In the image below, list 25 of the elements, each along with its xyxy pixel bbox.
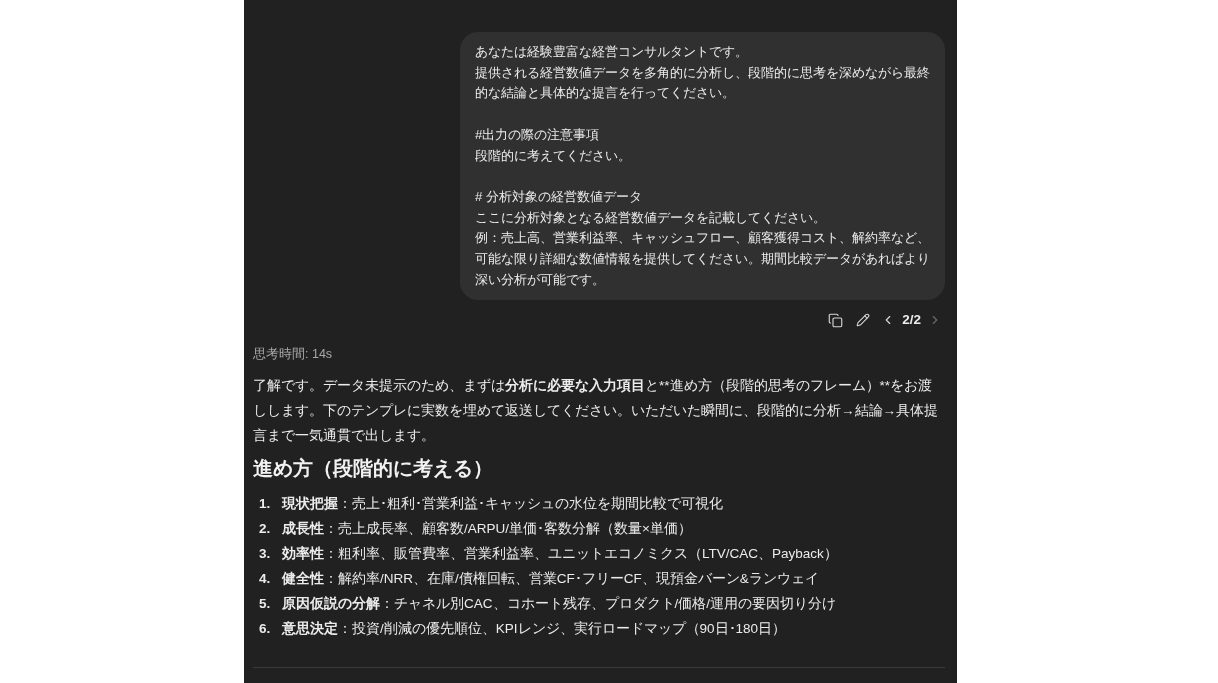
- message-text: ここに分析対象となる経営数値データを記載してください。: [475, 208, 827, 227]
- message-text: 例：売上高、営業利益率、キャッシュフロー、顧客獲得コスト、解約率など、可能な限り詳細な数値情報を提供してください。期間比較データがあればより深い分析が可能です。: [475, 229, 930, 289]
- section-heading: 進め方（段階的に考える）: [253, 456, 494, 482]
- message-text: #出力の際の注意事項: [475, 125, 601, 144]
- list-number: 5.: [258, 595, 272, 614]
- message-text: 段階的に考えてください。: [475, 146, 632, 165]
- list-item-text: 原因仮説の分解：チャネル別CAC、コホート残存、プロダクト/価格/運用の要因切り分け: [282, 595, 836, 614]
- list-number: 3.: [258, 545, 272, 564]
- list-number: 6.: [258, 620, 272, 639]
- reply-paragraph: 了解です。データ未提示のため、まずは分析に必要な入力項目 と**進め方（段階的思考のフレーム）**をお渡しします。下のテンプレに実数を埋めて返送してください。いただいた瞬間に、段階的に分析→結論→具体提言まで一気通貫で出します。: [253, 377, 939, 446]
- list-item-text: 意思決定：投資/削減の優先順位、KPIレンジ、実行ロードマップ（90日･180日）: [282, 620, 787, 639]
- list-item-text: 現状把握：売上･粗利･営業利益･キャッシュの水位を期間比較で可視化: [282, 495, 723, 514]
- list-item-text: 健全性：解約率/NRR、在庫/債権回転、営業CF･フリーCF、現預金バーン&ランウェイ: [282, 570, 819, 589]
- list-item-text: 効率性：粗利率、販管費率、営業利益率、ユニットエコノミクス（LTV/CAC、Payback）: [282, 545, 838, 564]
- list-number: 2.: [258, 520, 272, 539]
- copy-icon: [827, 312, 843, 328]
- list-number: 1.: [258, 495, 272, 514]
- list-item-text: 成長性：売上成長率、顧客数/ARPU/単価･客数分解（数量×単価）: [282, 520, 692, 539]
- page-counter: 2/2: [902, 311, 921, 330]
- thinking-time-label: 思考時間: 14s: [253, 346, 334, 364]
- message-text: # 分析対象の経営数値データ: [475, 187, 644, 206]
- message-text: 提供される経営数値データを多角的に分析し、段階的に思考を深めながら最終的な結論と具体的な提言を行ってください。: [475, 63, 930, 103]
- message-text: あなたは経験豊富な経営コンサルタントです。: [475, 43, 749, 61]
- list-number: 4.: [258, 570, 272, 589]
- pencil-icon: [856, 313, 871, 328]
